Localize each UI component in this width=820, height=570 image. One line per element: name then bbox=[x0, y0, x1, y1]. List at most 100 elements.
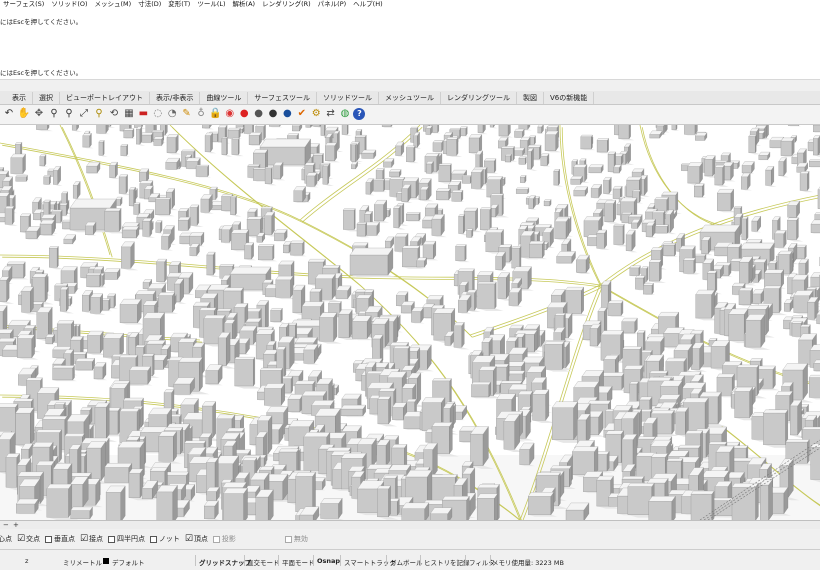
building[interactable] bbox=[303, 343, 319, 365]
toolbar-tab[interactable]: 製図 bbox=[517, 92, 544, 104]
building[interactable] bbox=[489, 125, 498, 129]
osnap-checkbox[interactable]: ☑ bbox=[185, 534, 193, 543]
building[interactable] bbox=[45, 333, 55, 345]
building[interactable] bbox=[248, 131, 263, 146]
city-model-view[interactable] bbox=[0, 125, 820, 520]
building[interactable] bbox=[0, 276, 15, 304]
help-icon[interactable]: ? bbox=[353, 108, 366, 120]
move-icon[interactable]: ✥ bbox=[33, 108, 45, 120]
building[interactable] bbox=[649, 130, 663, 139]
building[interactable] bbox=[515, 187, 530, 195]
building[interactable] bbox=[115, 196, 123, 207]
building[interactable] bbox=[643, 282, 656, 295]
building[interactable] bbox=[82, 132, 94, 149]
osnap-checkbox[interactable] bbox=[45, 535, 52, 543]
building[interactable] bbox=[540, 153, 551, 167]
building[interactable] bbox=[543, 199, 552, 207]
osnap-checkbox[interactable] bbox=[284, 535, 292, 543]
building[interactable] bbox=[621, 317, 639, 335]
light-icon[interactable]: ♁ bbox=[195, 108, 207, 120]
building[interactable] bbox=[153, 136, 164, 147]
building[interactable] bbox=[808, 374, 820, 400]
building[interactable] bbox=[446, 136, 463, 157]
building[interactable] bbox=[556, 250, 576, 264]
building[interactable] bbox=[813, 359, 820, 372]
building[interactable] bbox=[416, 257, 427, 268]
osnap-checkbox[interactable] bbox=[150, 535, 157, 543]
perspective-viewport[interactable] bbox=[0, 125, 820, 520]
building[interactable] bbox=[206, 251, 221, 277]
building[interactable] bbox=[340, 404, 366, 417]
building[interactable] bbox=[625, 229, 638, 253]
material-sphere-icon[interactable]: ● bbox=[253, 108, 265, 120]
gears-icon[interactable]: ⚙ bbox=[310, 108, 322, 120]
building[interactable] bbox=[453, 321, 470, 350]
building[interactable] bbox=[155, 220, 164, 234]
building[interactable] bbox=[787, 200, 801, 219]
building[interactable] bbox=[98, 139, 108, 157]
connector-icon[interactable]: ⇄ bbox=[325, 108, 337, 120]
building[interactable] bbox=[751, 215, 762, 233]
building[interactable] bbox=[411, 307, 425, 324]
building[interactable] bbox=[740, 172, 752, 191]
building[interactable] bbox=[269, 125, 283, 128]
building[interactable] bbox=[231, 137, 244, 157]
building[interactable] bbox=[463, 207, 483, 233]
osnap-checkbox[interactable] bbox=[108, 535, 115, 543]
minus-icon[interactable]: − bbox=[3, 521, 9, 529]
building[interactable] bbox=[495, 251, 507, 271]
building[interactable] bbox=[71, 125, 83, 132]
building[interactable] bbox=[401, 502, 430, 520]
zoom-extents-icon[interactable]: ⤢ bbox=[78, 108, 90, 120]
building[interactable] bbox=[741, 161, 755, 174]
building[interactable] bbox=[508, 287, 523, 307]
building[interactable] bbox=[234, 356, 263, 389]
building[interactable] bbox=[263, 383, 288, 407]
building[interactable] bbox=[123, 127, 136, 139]
building[interactable] bbox=[603, 176, 614, 195]
building[interactable] bbox=[93, 362, 108, 381]
red-cap-icon[interactable]: ▬ bbox=[137, 108, 149, 120]
highlight-icon[interactable]: ✔ bbox=[296, 108, 308, 120]
building[interactable] bbox=[613, 164, 622, 174]
building[interactable] bbox=[227, 127, 242, 139]
building[interactable] bbox=[335, 285, 352, 300]
building[interactable] bbox=[812, 135, 820, 157]
grid-viewports-icon[interactable]: ▦ bbox=[123, 108, 135, 120]
building[interactable] bbox=[39, 154, 48, 167]
menu-item[interactable]: パネル(P) bbox=[315, 0, 351, 9]
toolbar-tab[interactable]: 表示/非表示 bbox=[150, 92, 201, 104]
building[interactable] bbox=[48, 245, 64, 270]
building[interactable] bbox=[274, 228, 288, 242]
units-label[interactable]: ミリメートル bbox=[63, 557, 102, 567]
building[interactable] bbox=[63, 234, 76, 245]
building[interactable] bbox=[103, 268, 121, 281]
building[interactable] bbox=[32, 273, 54, 305]
building[interactable] bbox=[477, 125, 488, 135]
building[interactable] bbox=[565, 502, 590, 520]
building[interactable] bbox=[514, 128, 525, 139]
layer-color-swatch[interactable] bbox=[103, 558, 109, 564]
osnap-option[interactable]: 四半円点 bbox=[108, 534, 145, 544]
building[interactable] bbox=[365, 178, 375, 196]
building[interactable] bbox=[519, 174, 527, 184]
building[interactable] bbox=[290, 240, 307, 257]
rotate-view-icon[interactable]: ⟲ bbox=[108, 108, 120, 120]
building[interactable] bbox=[629, 265, 642, 277]
building[interactable] bbox=[291, 125, 303, 132]
building[interactable] bbox=[205, 364, 223, 386]
planar-toggle[interactable]: 平面モード bbox=[282, 557, 315, 567]
osnap-checkbox[interactable] bbox=[212, 535, 220, 543]
building[interactable] bbox=[580, 134, 596, 151]
building[interactable] bbox=[15, 174, 28, 182]
shaded-sphere-icon[interactable]: ● bbox=[267, 108, 279, 120]
building[interactable] bbox=[518, 156, 528, 165]
building[interactable] bbox=[84, 221, 97, 236]
current-layer[interactable]: デフォルト bbox=[112, 557, 145, 567]
building[interactable] bbox=[70, 506, 93, 520]
osnap-option[interactable]: 心点 bbox=[0, 534, 12, 544]
building[interactable] bbox=[406, 211, 422, 222]
menu-item[interactable]: ソリッド(O) bbox=[48, 0, 91, 9]
building[interactable] bbox=[607, 300, 626, 317]
building[interactable] bbox=[648, 495, 680, 520]
